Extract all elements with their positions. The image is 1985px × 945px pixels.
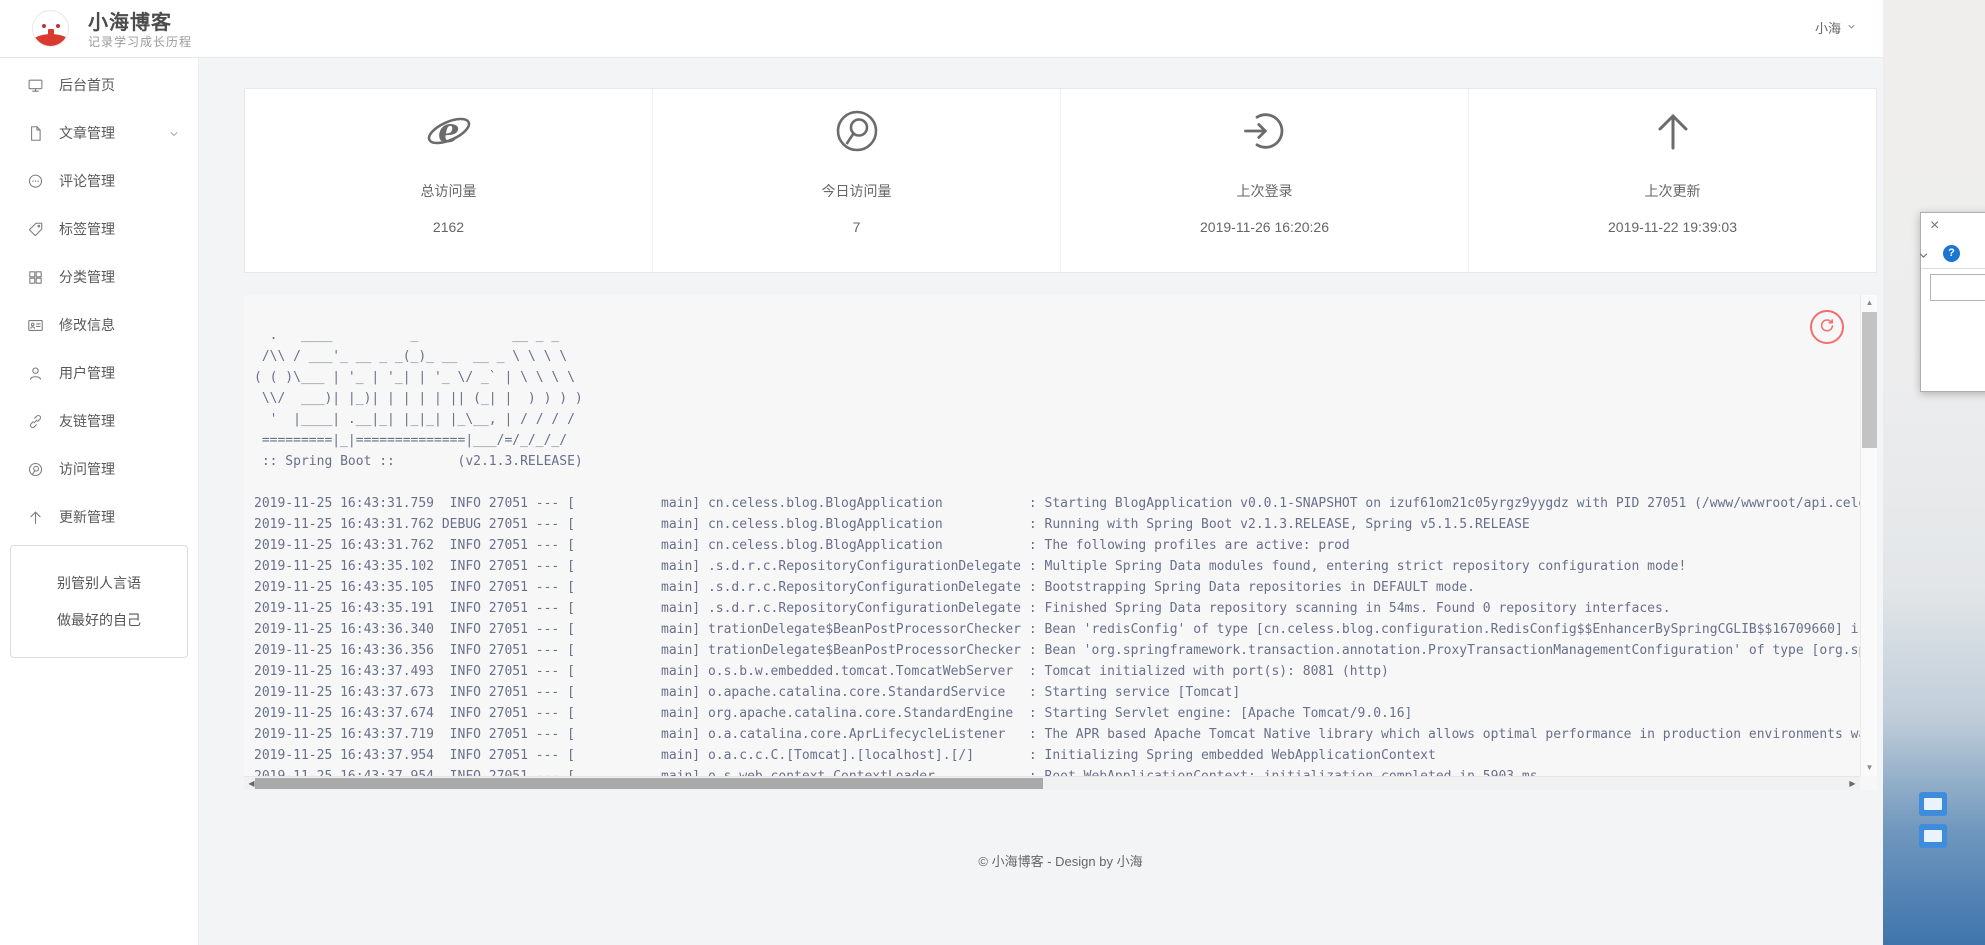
- scroll-up-arrow[interactable]: ▲: [1861, 295, 1877, 311]
- tag-icon: [27, 221, 44, 238]
- log-output: . ____ _ __ _ _ /\\ / ___'_ __ _ _(_)_ _…: [254, 325, 1877, 787]
- arrow-up-icon: [1469, 107, 1876, 159]
- chevron-down-icon: [1846, 20, 1857, 35]
- stat-value: 2019-11-26 16:20:26: [1061, 219, 1468, 235]
- browser-icon: [27, 461, 44, 478]
- sidebar-item-links[interactable]: 友链管理: [0, 397, 198, 445]
- comment-icon: [27, 173, 44, 190]
- sidebar-item-tags[interactable]: 标签管理: [0, 205, 198, 253]
- stat-value: 2019-11-22 19:39:03: [1469, 219, 1876, 235]
- sidebar-item-label: 更新管理: [59, 507, 115, 527]
- desktop-icon[interactable]: [1919, 824, 1947, 848]
- stat-label: 总访问量: [245, 181, 652, 201]
- sidebar-item-users[interactable]: 用户管理: [0, 349, 198, 397]
- footer-copyright: © 小海博客 - Design by 小海: [244, 851, 1877, 870]
- motto-box: 别管别人言语 做最好的自己: [10, 545, 188, 658]
- motto-line: 做最好的自己: [57, 610, 141, 630]
- monitor-icon: [27, 77, 44, 94]
- stat-card-total-visits: e 总访问量 2162: [245, 89, 653, 272]
- blog-admin-page: 小海博客 记录学习成长历程 小海 后台首页 文章管理 评论管理 标签管理 分类管…: [0, 0, 1883, 945]
- refresh-icon: [1818, 317, 1836, 338]
- arrow-up-icon: [27, 509, 44, 526]
- sidebar-item-home[interactable]: 后台首页: [0, 61, 198, 109]
- stats-panel: e 总访问量 2162 今日访问量 7 上次登录 2019-11-26 16:2…: [244, 88, 1877, 273]
- app-header: 小海博客 记录学习成长历程 小海: [0, 0, 1883, 58]
- chrome-browser-icon: [653, 107, 1060, 159]
- close-icon[interactable]: ×: [1930, 218, 1939, 234]
- window-icon: [1924, 830, 1942, 842]
- main-content: e 总访问量 2162 今日访问量 7 上次登录 2019-11-26 16:2…: [200, 58, 1883, 945]
- refresh-button[interactable]: [1810, 310, 1844, 344]
- stat-card-today-visits: 今日访问量 7: [653, 89, 1061, 272]
- popup-divider: [1921, 268, 1985, 269]
- overlay-popup: × ?: [1920, 212, 1985, 392]
- scroll-down-arrow[interactable]: ▼: [1861, 760, 1877, 776]
- link-icon: [27, 413, 44, 430]
- svg-text:e: e: [438, 111, 460, 151]
- screen: × ? 小海博客 记录学习成长历程 小海 后台首页 文章管理: [0, 0, 1985, 945]
- horizontal-scrollbar[interactable]: ◀ ▶: [244, 776, 1860, 790]
- page-title: 小海博客: [88, 6, 172, 35]
- grid-icon: [27, 269, 44, 286]
- motto-line: 别管别人言语: [57, 573, 141, 593]
- window-icon: [1924, 798, 1942, 810]
- stat-label: 上次登录: [1061, 181, 1468, 201]
- sidebar-item-label: 评论管理: [59, 171, 115, 191]
- stat-value: 7: [653, 219, 1060, 235]
- sidebar-item-label: 访问管理: [59, 459, 115, 479]
- user-icon: [27, 365, 44, 382]
- sidebar-item-updates[interactable]: 更新管理: [0, 493, 198, 541]
- sidebar-item-label: 标签管理: [59, 219, 115, 239]
- user-menu[interactable]: 小海: [1815, 18, 1857, 37]
- sidebar-item-label: 文章管理: [59, 123, 115, 143]
- page-subtitle: 记录学习成长历程: [88, 33, 192, 50]
- sidebar-item-visits[interactable]: 访问管理: [0, 445, 198, 493]
- desktop-wallpaper: [1883, 0, 1985, 945]
- sidebar-item-label: 后台首页: [59, 75, 115, 95]
- horizontal-scroll-thumb[interactable]: [255, 778, 1043, 789]
- sidebar-item-label: 友链管理: [59, 411, 115, 431]
- sidebar-item-label: 修改信息: [59, 315, 115, 335]
- sidebar: 后台首页 文章管理 评论管理 标签管理 分类管理 修改信息 用户管理 友链管理 …: [0, 58, 199, 945]
- desktop-icon[interactable]: [1919, 792, 1947, 816]
- chevron-down-icon[interactable]: [1917, 249, 1930, 267]
- scroll-right-arrow[interactable]: ▶: [1845, 777, 1860, 790]
- stat-card-last-update: 上次更新 2019-11-22 19:39:03: [1469, 89, 1876, 272]
- sidebar-item-categories[interactable]: 分类管理: [0, 253, 198, 301]
- stat-label: 上次更新: [1469, 181, 1876, 201]
- stat-value: 2162: [245, 219, 652, 235]
- sidebar-item-label: 用户管理: [59, 363, 115, 383]
- sidebar-item-label: 分类管理: [59, 267, 115, 287]
- sidebar-item-profile[interactable]: 修改信息: [0, 301, 198, 349]
- sidebar-item-comments[interactable]: 评论管理: [0, 157, 198, 205]
- id-card-icon: [27, 317, 44, 334]
- stat-label: 今日访问量: [653, 181, 1060, 201]
- login-icon: [1061, 107, 1468, 159]
- vertical-scrollbar[interactable]: ▲ ▼: [1860, 295, 1877, 776]
- sidebar-item-articles[interactable]: 文章管理: [0, 109, 198, 157]
- stat-card-last-login: 上次登录 2019-11-26 16:20:26: [1061, 89, 1469, 272]
- ie-browser-icon: e: [245, 107, 652, 159]
- chevron-down-icon: [168, 127, 180, 139]
- vertical-scroll-thumb[interactable]: [1862, 312, 1877, 448]
- help-icon[interactable]: ?: [1943, 245, 1960, 262]
- log-console: . ____ _ __ _ _ /\\ / ___'_ __ _ _(_)_ _…: [244, 295, 1877, 790]
- document-icon: [27, 125, 44, 142]
- blog-mascot-logo: [32, 10, 69, 47]
- popup-input[interactable]: [1930, 274, 1985, 301]
- user-name: 小海: [1815, 18, 1841, 37]
